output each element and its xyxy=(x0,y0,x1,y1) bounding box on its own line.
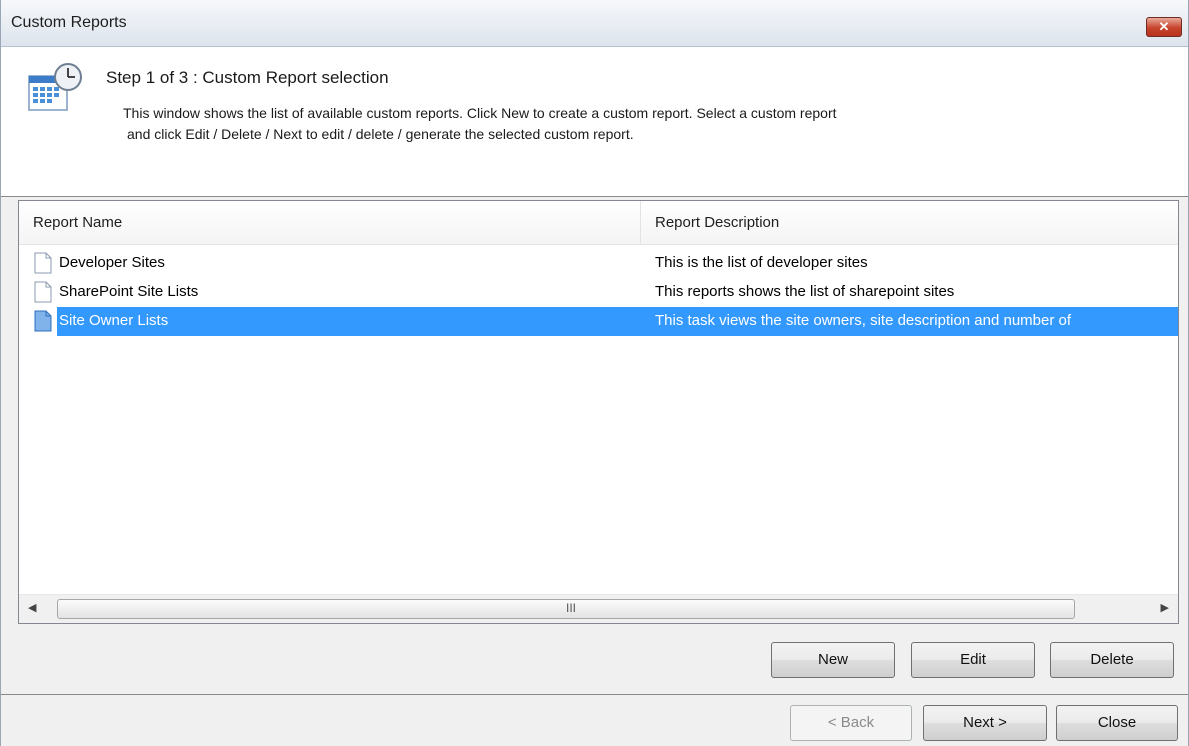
custom-report-list[interactable]: Report Name Report Description Developer… xyxy=(18,200,1179,624)
list-item[interactable]: Developer Sites This is the list of deve… xyxy=(19,249,1178,278)
edit-button[interactable]: Edit xyxy=(911,642,1035,678)
scrollbar-thumb[interactable]: III xyxy=(57,599,1075,619)
list-item[interactable]: SharePoint Site Lists This reports shows… xyxy=(19,278,1178,307)
scroll-left-icon[interactable]: ◀ xyxy=(28,601,36,614)
report-name: Developer Sites xyxy=(59,254,165,271)
step-title: Step 1 of 3 : Custom Report selection xyxy=(106,68,389,87)
column-header-report-name[interactable]: Report Name xyxy=(19,201,641,245)
close-icon: ✕ xyxy=(1158,19,1170,34)
report-name: SharePoint Site Lists xyxy=(59,283,199,300)
step-description: This window shows the list of available … xyxy=(123,103,1123,145)
horizontal-scrollbar[interactable]: ◀ III ▶ xyxy=(19,594,1178,623)
custom-reports-window: Custom Reports ✕ Step 1 of 3 : Custom Re… xyxy=(0,0,1189,746)
document-icon xyxy=(34,310,52,332)
close-window-button[interactable]: ✕ xyxy=(1146,17,1182,37)
step-description-line-1: This window shows the list of available … xyxy=(123,105,837,121)
document-icon xyxy=(34,281,52,303)
delete-button[interactable]: Delete xyxy=(1050,642,1174,678)
back-button[interactable]: < Back xyxy=(790,705,912,741)
next-button[interactable]: Next > xyxy=(923,705,1047,741)
title-bar[interactable]: Custom Reports ✕ xyxy=(1,0,1188,47)
report-description: This task views the site owners, site de… xyxy=(655,312,1072,329)
report-description: This is the list of developer sites xyxy=(655,254,868,271)
window-title: Custom Reports xyxy=(11,14,127,31)
close-button[interactable]: Close xyxy=(1056,705,1178,741)
report-name: Site Owner Lists xyxy=(59,312,169,329)
new-button[interactable]: New xyxy=(771,642,895,678)
footer-divider xyxy=(1,694,1188,695)
list-item-selected[interactable]: Site Owner Lists This task views the sit… xyxy=(19,307,1178,336)
column-header-report-description[interactable]: Report Description xyxy=(641,201,1178,245)
scroll-right-icon[interactable]: ▶ xyxy=(1161,601,1169,614)
report-description: This reports shows the list of sharepoin… xyxy=(655,283,955,300)
step-description-line-2: and click Edit / Delete / Next to edit /… xyxy=(127,126,634,142)
scrollbar-grip-icon: III xyxy=(566,601,577,615)
document-icon xyxy=(34,252,52,274)
calendar-clock-icon xyxy=(28,63,82,111)
